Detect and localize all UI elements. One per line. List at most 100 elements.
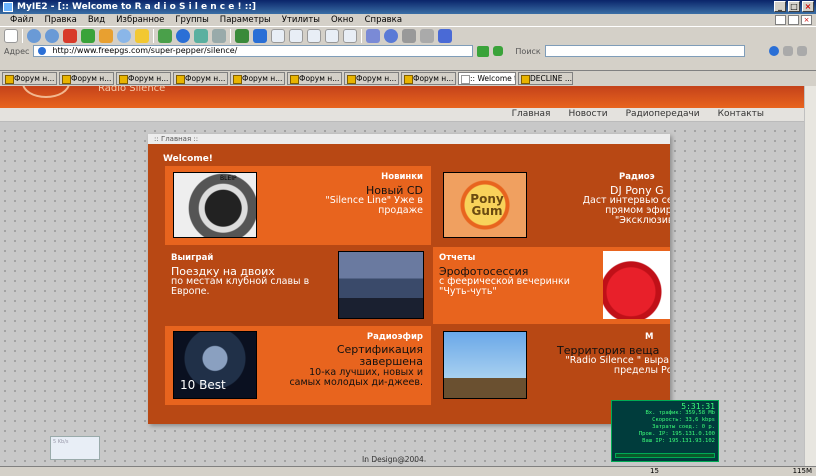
frame-icon[interactable] — [325, 28, 339, 43]
browser-tab[interactable]: Форум н... — [116, 72, 171, 85]
site-logo-text: Radio Silence — [98, 86, 166, 94]
url-input[interactable]: http://www.freepgs.com/super-pepper/sile… — [33, 45, 474, 57]
globe-icon[interactable] — [176, 28, 190, 43]
browser-tab[interactable]: Форум н... — [401, 72, 456, 85]
nav-home-link[interactable]: Главная — [512, 109, 551, 119]
menu-bar: Файл Правка Вид Избранное Группы Парамет… — [0, 14, 816, 26]
nav-shows-link[interactable]: Радиопередачи — [626, 109, 700, 119]
separator — [230, 28, 231, 43]
nav-news-link[interactable]: Новости — [568, 109, 607, 119]
home-icon[interactable] — [99, 28, 113, 43]
giveaway-category: Выиграй — [171, 253, 214, 263]
browser-tab[interactable]: Форум н... — [287, 72, 342, 85]
minimize-button[interactable]: _ — [774, 1, 786, 12]
cd-thumbnail: BLEIP — [173, 172, 257, 238]
logo-icon — [22, 86, 70, 98]
link-icon[interactable] — [420, 28, 434, 43]
radio-desc: Даст интервью сегодня прямом эфире 21:0 … — [582, 195, 670, 226]
new-page-icon[interactable] — [4, 28, 18, 43]
blocks-icon[interactable] — [343, 28, 357, 43]
menu-groups[interactable]: Группы — [175, 15, 208, 25]
menu-tools[interactable]: Утилиты — [282, 15, 320, 25]
go-arrow-icon[interactable] — [493, 46, 504, 56]
tab-bar: Форум н... Форум н... Форум н... Форум н… — [0, 70, 816, 86]
status-bar: 15 115M — [0, 466, 816, 476]
menu-help[interactable]: Справка — [365, 15, 402, 25]
maximize-button[interactable]: □ — [788, 1, 800, 12]
separator — [153, 28, 154, 43]
search-engine-icon[interactable] — [768, 46, 779, 56]
traffic-widget[interactable]: 5:31:31 Вх. трафик: 359,58 Mb Скорость: … — [611, 400, 719, 462]
undo-icon[interactable] — [253, 28, 267, 43]
traffic-line: Вх. трафик: 359,58 Mb — [645, 410, 715, 416]
tab-restore-icon[interactable] — [788, 15, 799, 25]
upload-icon[interactable] — [438, 28, 452, 43]
tab-minimize-icon[interactable] — [775, 15, 786, 25]
add-favorite-icon[interactable] — [158, 28, 172, 43]
status-memory: 115M — [792, 467, 812, 475]
search-input[interactable] — [544, 45, 745, 57]
browser-tab[interactable]: Форум н... — [173, 72, 228, 85]
columns-icon[interactable] — [307, 28, 321, 43]
print-icon[interactable] — [212, 28, 226, 43]
menu-favorites[interactable]: Избранное — [116, 15, 164, 25]
news-category: Новинки — [381, 172, 423, 182]
strawberry-thumbnail — [603, 251, 670, 319]
reports-cell[interactable]: Отчеты Эрофотосессия с феерической вечер… — [433, 247, 670, 324]
favorites-icon[interactable] — [135, 28, 149, 43]
traffic-line: Пров. IP: 195.131.0.100 — [638, 431, 715, 437]
browser-tab[interactable]: Форум н... — [59, 72, 114, 85]
download-icon[interactable] — [235, 28, 249, 43]
welcome-heading: Welcome! — [163, 154, 213, 164]
mini-speed-window[interactable]: 5 Kb/s — [50, 436, 100, 460]
nav-contacts-link[interactable]: Контакты — [718, 109, 764, 119]
menu-options[interactable]: Параметры — [220, 15, 271, 25]
separator — [22, 28, 23, 43]
browser-tab[interactable]: Форум н... — [230, 72, 285, 85]
browser-tab[interactable]: Форум н... — [344, 72, 399, 85]
site-header: Radio Silence — [0, 86, 804, 108]
forward-icon[interactable] — [45, 28, 59, 43]
broadcast-title: Сертификация завершена — [336, 343, 423, 368]
paint-icon[interactable] — [402, 28, 416, 43]
highlight-icon[interactable] — [782, 46, 793, 56]
go-button[interactable] — [477, 45, 490, 57]
vertical-scrollbar[interactable] — [804, 86, 816, 466]
refresh-icon[interactable] — [81, 28, 95, 43]
giveaway-cell[interactable]: Выиграй Поездку на двоих по местам клубн… — [165, 247, 431, 324]
traffic-line: Ваш IP: 195.131.93.102 — [642, 438, 715, 444]
address-label: Адрес — [4, 46, 30, 56]
browser-tab[interactable]: DECLINE ... — [518, 72, 573, 85]
mini-speed-text: 5 Kb/s — [53, 439, 69, 445]
browser-tab[interactable]: Форум н... — [2, 72, 57, 85]
stop-icon[interactable] — [63, 28, 77, 43]
menu-file[interactable]: Файл — [10, 15, 33, 25]
panel-header: :: Главная :: — [148, 134, 670, 144]
broadcast-cell[interactable]: 10 Best Радиоэфир Сертификация завершена… — [165, 326, 431, 405]
tab-close-icon[interactable]: × — [801, 15, 812, 25]
territory-cell[interactable]: М Территория веща "Radio Silence " выра … — [433, 326, 670, 405]
reports-category: Отчеты — [439, 253, 476, 263]
menu-edit[interactable]: Правка — [44, 15, 76, 25]
settings-icon[interactable] — [366, 28, 380, 43]
layout-icon[interactable] — [271, 28, 285, 43]
search-options-icon[interactable] — [796, 46, 807, 56]
compass-icon[interactable] — [384, 28, 398, 43]
broadcast-desc: 10-ка лучших, новых и самых молодых ди-д… — [289, 367, 423, 388]
menu-window[interactable]: Окно — [331, 15, 354, 25]
grid-icon[interactable] — [289, 28, 303, 43]
radio-cell[interactable]: Pony Gum Радиоэ DJ Pony G Даст интервью … — [433, 166, 670, 245]
status-zoom[interactable]: 15 — [650, 467, 659, 475]
history-icon[interactable] — [194, 28, 208, 43]
search-icon[interactable] — [117, 28, 131, 43]
close-button[interactable]: × — [802, 1, 814, 12]
menu-view[interactable]: Вид — [88, 15, 105, 25]
browser-tab-active[interactable]: :: Welcome to R — [458, 72, 516, 85]
traffic-meter — [615, 453, 715, 458]
footer-copyright: In Design@2004 — [362, 455, 424, 464]
site-nav: Главная Новости Радиопередачи Контакты — [0, 108, 804, 122]
search-label: Поиск — [515, 46, 541, 56]
toolbar — [0, 26, 816, 44]
news-cell[interactable]: BLEIP Новинки Новый CD "Silence Line" Уж… — [165, 166, 431, 245]
back-icon[interactable] — [27, 28, 41, 43]
